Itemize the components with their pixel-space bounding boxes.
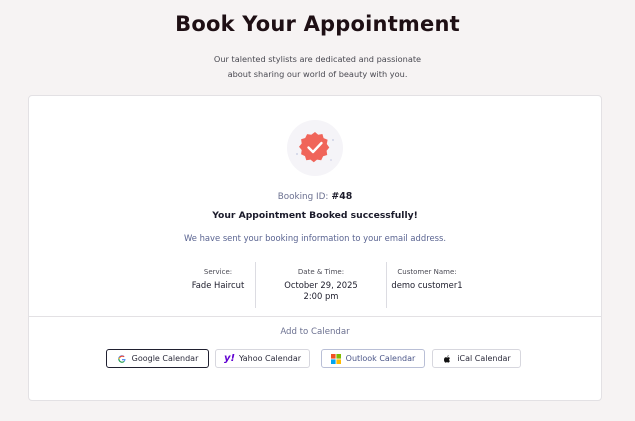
datetime-label: Date & Time: — [297, 268, 345, 276]
time-value: 2:00 pm — [303, 291, 339, 301]
customer-value: demo customer1 — [391, 280, 463, 290]
google-icon — [117, 354, 127, 364]
yahoo-calendar-label: Yahoo Calendar — [238, 354, 302, 363]
success-message: Your Appointment Booked successfully! — [212, 210, 418, 221]
add-to-calendar-heading: Add to Calendar — [280, 327, 350, 337]
subtitle-line-2: about sharing our world of beauty with y… — [227, 69, 408, 79]
page-title: Book Your Appointment — [175, 12, 460, 36]
customer-label: Customer Name: — [397, 268, 457, 276]
booking-id-value: #48 — [331, 191, 353, 202]
google-calendar-button[interactable]: Google Calendar — [106, 349, 209, 368]
check-badge-icon — [287, 120, 343, 176]
outlook-calendar-label: Outlook Calendar — [345, 354, 416, 363]
apple-icon — [442, 354, 452, 364]
divider — [29, 316, 601, 317]
service-label: Service: — [203, 268, 233, 276]
booking-id-label: Booking ID: — [277, 192, 329, 202]
datetime-detail: Date & Time: October 29, 2025 2:00 pm — [255, 262, 387, 308]
booking-details: Service: Fade Haircut Date & Time: Octob… — [181, 262, 463, 308]
datetime-value: October 29, 2025 2:00 pm — [256, 280, 386, 302]
info-message: We have sent your booking information to… — [184, 233, 446, 243]
google-calendar-label: Google Calendar — [131, 354, 199, 363]
microsoft-icon — [330, 353, 341, 364]
subtitle-line-1: Our talented stylists are dedicated and … — [213, 54, 422, 64]
service-detail: Service: Fade Haircut — [181, 262, 255, 308]
confirmation-card: Booking ID: #48 Your Appointment Booked s… — [28, 95, 602, 401]
yahoo-icon: y! — [223, 352, 236, 364]
page-subtitle: Our talented stylists are dedicated and … — [0, 52, 635, 82]
booking-id: Booking ID: #48 — [29, 191, 601, 202]
date-value: October 29, 2025 — [284, 280, 358, 290]
ical-calendar-label: iCal Calendar — [457, 354, 511, 363]
outlook-calendar-button[interactable]: Outlook Calendar — [321, 349, 425, 368]
customer-detail: Customer Name: demo customer1 — [387, 262, 467, 308]
ical-calendar-button[interactable]: iCal Calendar — [432, 349, 521, 368]
service-value: Fade Haircut — [191, 280, 245, 290]
yahoo-calendar-button[interactable]: y! Yahoo Calendar — [215, 349, 310, 368]
